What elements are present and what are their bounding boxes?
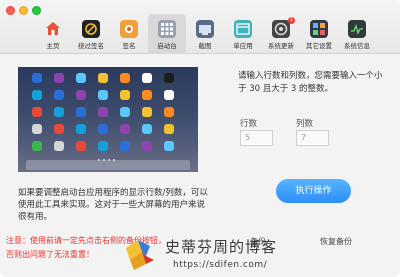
app-icon	[120, 90, 130, 100]
app-icon	[54, 90, 64, 100]
app-icon	[98, 90, 108, 100]
screenshot-icon	[196, 20, 214, 38]
watermark-logo	[120, 234, 160, 272]
app-icon	[76, 141, 86, 151]
maximize-window-button[interactable]	[32, 6, 41, 15]
app-icon	[164, 107, 174, 117]
rows-input[interactable]: 5	[240, 130, 273, 146]
description-text: 如果要调整启动台应用程序的显示行数/列数，可以使用此工具来实现。这对于一些大屏幕…	[18, 188, 208, 222]
app-icon	[164, 73, 174, 83]
app-icon	[76, 124, 86, 134]
app-icon	[164, 141, 174, 151]
minimize-window-button[interactable]	[19, 6, 28, 15]
app-icon	[120, 141, 130, 151]
app-icon	[164, 124, 174, 134]
app-icon	[98, 124, 108, 134]
app-icon	[98, 73, 108, 83]
app-icon	[164, 90, 174, 100]
app-icon	[76, 107, 86, 117]
signature-icon	[120, 20, 138, 38]
app-icon	[142, 73, 152, 83]
app-icon	[54, 73, 64, 83]
app-icon	[142, 107, 152, 117]
app-icon	[98, 107, 108, 117]
bypass-signature-icon	[82, 20, 100, 38]
rows-label: 行数	[240, 119, 258, 129]
app-icon	[32, 90, 42, 100]
app-icon	[54, 124, 64, 134]
restore-backup-button[interactable]: 恢复备份	[320, 236, 352, 247]
app-icon	[76, 90, 86, 100]
system-info-icon	[348, 20, 366, 38]
single-app-icon	[234, 20, 252, 38]
app-icon	[32, 107, 42, 117]
app-icon	[54, 107, 64, 117]
watermark-title: 史蒂芬周的博客	[165, 238, 278, 256]
launchpad-preview-image	[18, 67, 198, 172]
instruction-text: 请输入行数和列数，您需要输入一个小于 30 且大于 3 的整数。	[238, 71, 383, 94]
app-icon	[32, 124, 42, 134]
dock-bar	[26, 160, 190, 170]
app-icon	[142, 141, 152, 151]
app-icon	[32, 141, 42, 151]
home-icon	[44, 20, 62, 38]
app-window: 主页 绕过签名 签名 启动台 截图 单应用 1 系统更新 其它设置 系统信息 请…	[0, 0, 400, 277]
app-icon	[76, 73, 86, 83]
app-icon	[54, 141, 64, 151]
launchpad-icon	[158, 20, 176, 38]
toolbar: 主页 绕过签名 签名 启动台 截图 单应用 1 系统更新 其它设置 系统信息	[0, 0, 400, 54]
app-icon	[142, 124, 152, 134]
app-icon	[142, 90, 152, 100]
watermark-url: https://sdifen.com/	[173, 260, 268, 270]
app-icon	[120, 73, 130, 83]
cols-label: 列数	[296, 119, 314, 129]
other-settings-icon	[310, 20, 328, 38]
app-icon	[32, 73, 42, 83]
close-window-button[interactable]	[6, 6, 15, 15]
tab-label: 系统信息	[344, 42, 370, 50]
update-count-badge: 1	[288, 17, 295, 24]
tab-system-info[interactable]: 系统信息	[338, 16, 376, 54]
execute-button[interactable]: 执行操作	[276, 179, 351, 203]
cols-input[interactable]: 7	[296, 130, 329, 146]
system-update-icon	[272, 20, 290, 38]
app-icon	[120, 107, 130, 117]
app-icon	[98, 141, 108, 151]
app-icon	[120, 124, 130, 134]
